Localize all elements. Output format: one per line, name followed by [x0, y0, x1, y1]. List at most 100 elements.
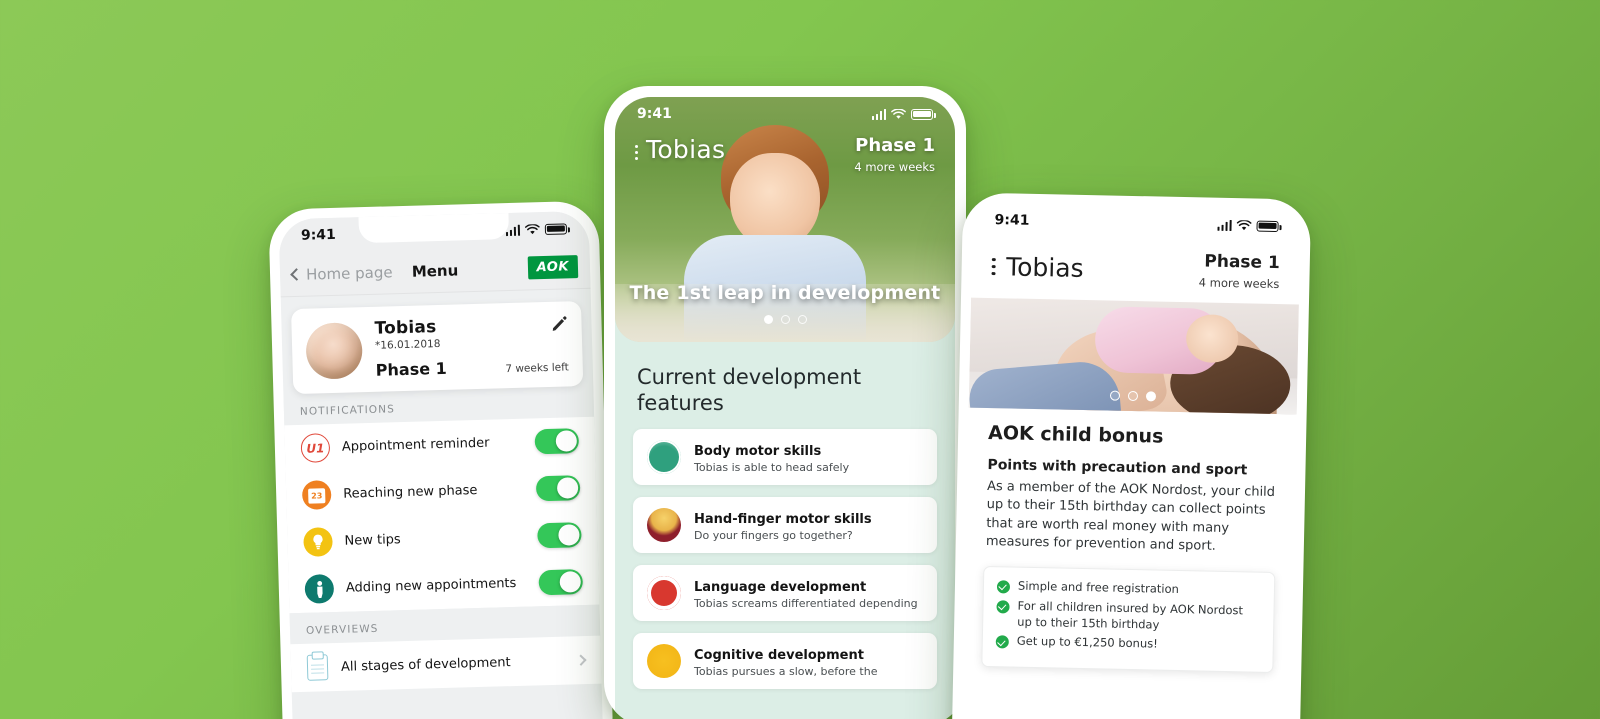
child-phase-row: Phase 1 7 weeks left [375, 355, 569, 380]
feature-subtitle: Tobias screams differentiated depending [694, 596, 918, 610]
avatar [305, 321, 363, 380]
bonus-benefits-card: Simple and free registration For all chi… [981, 565, 1276, 674]
hero-banner[interactable]: 9:41 Tobias Phase 1 4 more weeks The 1st… [615, 97, 955, 342]
feature-title: Hand-finger motor skills [694, 511, 872, 527]
kebab-menu-icon[interactable] [991, 257, 996, 276]
cellular-signal-icon [1216, 219, 1232, 231]
language-icon [647, 575, 681, 610]
right-content: AOK child bonus Points with precaution a… [966, 408, 1297, 559]
right-header: Tobias Phase 1 4 more weeks [971, 237, 1300, 305]
feature-text: Language development Tobias screams diff… [694, 576, 918, 610]
feature-subtitle: Tobias pursues a slow, before the [694, 664, 878, 678]
child-info: Tobias *16.01.2018 Phase 1 7 weeks left [374, 313, 569, 380]
status-time: 9:41 [637, 106, 672, 122]
pagination-dot-1[interactable] [1109, 390, 1121, 401]
feature-card-hand-finger[interactable]: Hand-finger motor skills Do your fingers… [633, 496, 937, 553]
person-icon [304, 574, 335, 604]
wifi-icon [524, 223, 540, 234]
pagination-dot-2[interactable] [1127, 390, 1139, 402]
feature-subtitle: Do your fingers go together? [694, 528, 853, 542]
notch [1061, 202, 1212, 234]
bonus-subtitle: Points with precaution and sport [987, 456, 1248, 479]
cellular-signal-icon [871, 108, 886, 120]
lightbulb-icon [303, 527, 333, 557]
pagination-dot-3[interactable] [797, 315, 807, 324]
toggle-reaching-new-phase[interactable] [535, 475, 581, 502]
list-item: For all children insured by AOK Nordost … [996, 598, 1261, 635]
right-phase-block: Phase 1 4 more weeks [1199, 251, 1280, 292]
right-child-name-group: Tobias [991, 252, 1084, 283]
u1-badge-icon: U1 [300, 433, 331, 463]
bonus-paragraph: As a member of the AOK Nordost, your chi… [985, 478, 1276, 555]
status-time: 9:41 [994, 212, 1030, 229]
left-navbar: Home page Menu AOK [279, 244, 591, 298]
pagination-dot-3[interactable] [1145, 391, 1157, 402]
calendar-23-icon: 23 [301, 480, 332, 510]
status-time: 9:41 [300, 226, 337, 244]
aok-logo[interactable]: AOK [527, 255, 579, 280]
center-phone-mockup: 9:41 Tobias Phase 1 4 more weeks The 1st… [604, 86, 966, 719]
section-title: Current development features [637, 365, 862, 416]
benefit-text: Simple and free registration [1017, 578, 1180, 596]
feature-card-cognitive[interactable]: Cognitive development Tobias pursues a s… [633, 632, 937, 689]
list-item: Get up to €1,250 bonus! [995, 634, 1260, 655]
child-phase: Phase 1 [375, 358, 448, 380]
row-label: New tips [344, 532, 401, 549]
child-weeks-left: 7 weeks left [505, 361, 569, 376]
status-icons [505, 222, 568, 236]
body-motor-icon [647, 439, 681, 474]
battery-icon [544, 222, 568, 235]
hero-header-row: Tobias Phase 1 4 more weeks [615, 131, 955, 175]
hero-child-name: Tobias [646, 135, 726, 164]
hero-headline: The 1st leap in development [629, 282, 941, 304]
pagination-dot-1[interactable] [763, 315, 773, 324]
check-circle-icon [995, 635, 1009, 649]
right-status-bar: 9:41 [972, 202, 1301, 244]
pagination-dot-2[interactable] [780, 315, 790, 324]
chevron-left-icon [290, 268, 303, 281]
feature-text: Cognitive development Tobias pursues a s… [694, 644, 877, 678]
feature-card-body-motor[interactable]: Body motor skills Tobias is able to head… [633, 428, 937, 485]
page-title: Menu [411, 260, 459, 281]
feature-title: Body motor skills [694, 443, 822, 459]
right-phone-mockup: 9:41 Tobias Phase 1 4 more weeks AOK chi… [950, 192, 1312, 719]
hero-phase-sub: 4 more weeks [854, 160, 935, 174]
right-photo-mother-baby[interactable] [968, 297, 1299, 415]
notch [710, 97, 860, 123]
hand-finger-icon [647, 507, 681, 542]
notifications-list: U1 Appointment reminder 23 Reaching new … [284, 416, 600, 614]
check-circle-icon [996, 580, 1011, 594]
row-label: Appointment reminder [341, 435, 490, 455]
pencil-icon[interactable] [551, 315, 567, 331]
right-phase: Phase 1 [1204, 251, 1281, 274]
wifi-icon [1236, 219, 1252, 230]
status-icons [871, 108, 936, 120]
right-phase-sub: 4 more weeks [1198, 275, 1280, 292]
right-child-name: Tobias [1005, 252, 1084, 283]
clipboard-icon [306, 654, 329, 681]
benefit-text: Get up to €1,250 bonus! [1016, 634, 1158, 651]
row-label: Adding new appointments [345, 575, 517, 596]
chevron-right-icon [575, 654, 587, 666]
feature-text: Body motor skills Tobias is able to head… [694, 440, 849, 474]
bonus-title: AOK child bonus [987, 421, 1164, 448]
hero-pagination-dots[interactable] [615, 315, 955, 324]
feature-title: Language development [694, 579, 867, 595]
right-phone-screen: 9:41 Tobias Phase 1 4 more weeks AOK chi… [960, 202, 1301, 719]
left-phone-mockup: 9:41 Home page Menu AOK Tobias *16.01.20… [268, 200, 614, 719]
toggle-adding-new-appointments[interactable] [538, 569, 584, 596]
hero-phase: Phase 1 [855, 135, 935, 156]
back-button[interactable]: Home page [290, 262, 393, 284]
overview-row-all-stages[interactable]: All stages of development [290, 635, 602, 693]
feature-card-language[interactable]: Language development Tobias screams diff… [633, 564, 937, 621]
child-profile-card[interactable]: Tobias *16.01.2018 Phase 1 7 weeks left [291, 301, 584, 395]
toggle-appointment-reminder[interactable] [534, 428, 580, 455]
row-label: All stages of development [340, 654, 511, 675]
battery-icon [911, 108, 936, 120]
feature-subtitle: Tobias is able to head safely [694, 460, 850, 474]
battery-icon [1256, 220, 1279, 232]
back-label: Home page [305, 262, 393, 284]
toggle-new-tips[interactable] [537, 522, 582, 549]
row-label: Reaching new phase [343, 482, 478, 502]
kebab-menu-icon[interactable] [635, 135, 638, 160]
